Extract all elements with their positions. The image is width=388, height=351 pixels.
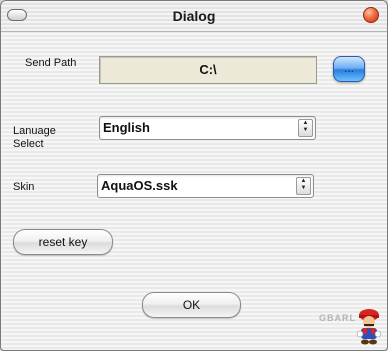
close-icon[interactable] [363, 7, 379, 23]
browse-button[interactable]: ... [333, 56, 365, 82]
ok-button[interactable]: OK [142, 292, 241, 318]
updown-arrow-icon[interactable]: ▲ ▼ [296, 177, 311, 195]
skin-select-value: AquaOS.ssk [101, 178, 178, 193]
window-title: Dialog [172, 8, 216, 24]
language-label-line2: Select [13, 138, 44, 150]
reset-key-button[interactable]: reset key [13, 229, 113, 255]
language-label-line1: Lanuage [13, 125, 56, 137]
updown-arrow-icon[interactable]: ▲ ▼ [298, 119, 313, 137]
language-select[interactable]: English ▲ ▼ [99, 116, 316, 140]
skin-label: Skin [13, 181, 35, 193]
send-path-label: Send Path [25, 57, 77, 69]
title-bar[interactable]: Dialog [1, 1, 387, 32]
mascot-icon [356, 309, 382, 345]
dialog-window: Dialog Send Path C:\ ... Lanuage Select … [0, 0, 388, 351]
language-select-value: English [103, 120, 150, 135]
skin-select[interactable]: AquaOS.ssk ▲ ▼ [97, 174, 314, 198]
send-path-field: C:\ [99, 56, 317, 84]
watermark-text: GBARL [319, 313, 356, 323]
